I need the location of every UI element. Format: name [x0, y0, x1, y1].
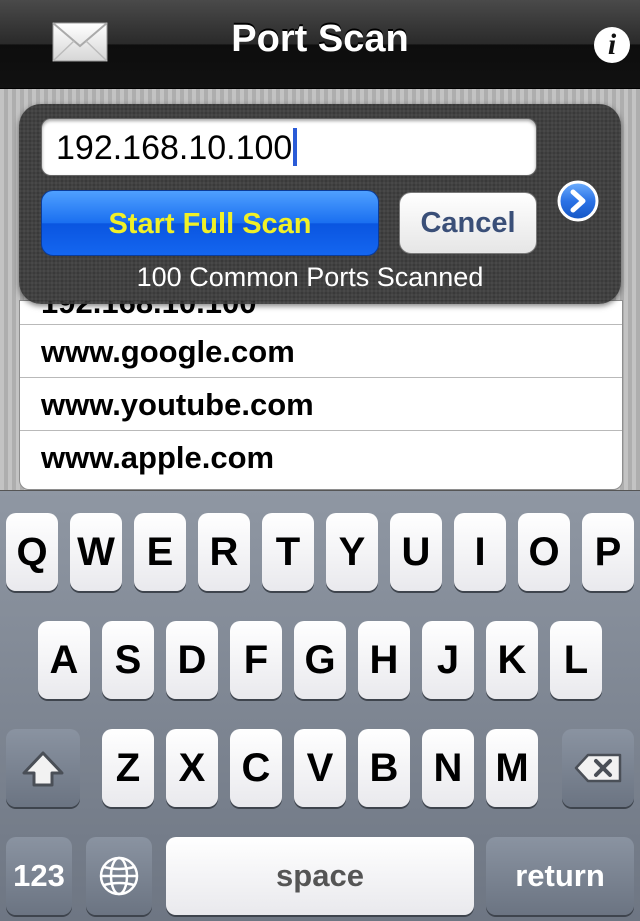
chevron-right-icon[interactable] [557, 180, 599, 222]
shift-key[interactable] [6, 729, 80, 807]
key-b[interactable]: B [358, 729, 410, 807]
info-icon[interactable]: i [594, 27, 630, 63]
key-n[interactable]: N [422, 729, 474, 807]
key-g[interactable]: G [294, 621, 346, 699]
key-h[interactable]: H [358, 621, 410, 699]
key-o[interactable]: O [518, 513, 570, 591]
key-u[interactable]: U [390, 513, 442, 591]
list-item[interactable]: www.youtube.com [20, 378, 622, 431]
host-list: 192.168.10.100 www.google.com www.youtub… [19, 300, 623, 490]
return-key[interactable]: return [486, 837, 634, 915]
backspace-key[interactable] [562, 729, 634, 807]
key-i[interactable]: I [454, 513, 506, 591]
key-z[interactable]: Z [102, 729, 154, 807]
key-m[interactable]: M [486, 729, 538, 807]
key-r[interactable]: R [198, 513, 250, 591]
shift-icon [22, 751, 64, 787]
numbers-key[interactable]: 123 [6, 837, 72, 915]
navigation-bar: Port Scan i [0, 0, 640, 89]
scan-status-text: 100 Common Ports Scanned [136, 262, 484, 292]
key-q[interactable]: Q [6, 513, 58, 591]
globe-icon [99, 856, 139, 896]
key-x[interactable]: X [166, 729, 218, 807]
key-y[interactable]: Y [326, 513, 378, 591]
list-item[interactable]: www.apple.com [20, 431, 622, 484]
key-s[interactable]: S [102, 621, 154, 699]
ip-address-input[interactable]: 192.168.10.100 [41, 118, 537, 176]
key-w[interactable]: W [70, 513, 122, 591]
list-item-label: www.google.com [41, 334, 295, 369]
page-title: Port Scan [231, 18, 409, 60]
key-v[interactable]: V [294, 729, 346, 807]
key-c[interactable]: C [230, 729, 282, 807]
keyboard: Q W E R T Y U I O P A S D F G H J K L Z … [0, 490, 640, 921]
backspace-icon [574, 753, 622, 783]
ip-address-value: 192.168.10.100 [56, 129, 293, 167]
key-l[interactable]: L [550, 621, 602, 699]
list-item-label: www.youtube.com [41, 387, 314, 422]
key-d[interactable]: D [166, 621, 218, 699]
key-e[interactable]: E [134, 513, 186, 591]
start-full-scan-button[interactable]: Start Full Scan [41, 190, 379, 256]
globe-key[interactable] [86, 837, 152, 915]
key-j[interactable]: J [422, 621, 474, 699]
key-t[interactable]: T [262, 513, 314, 591]
key-f[interactable]: F [230, 621, 282, 699]
scan-panel: 192.168.10.100 Start Full Scan Cancel 10… [19, 104, 621, 304]
space-key[interactable]: space [166, 837, 474, 915]
list-item-label: www.apple.com [41, 440, 275, 475]
text-caret [293, 128, 298, 167]
list-item[interactable]: 192.168.10.100 [20, 301, 622, 325]
list-item[interactable]: www.google.com [20, 325, 622, 378]
cancel-button[interactable]: Cancel [399, 192, 537, 254]
key-k[interactable]: K [486, 621, 538, 699]
key-a[interactable]: A [38, 621, 90, 699]
key-p[interactable]: P [582, 513, 634, 591]
